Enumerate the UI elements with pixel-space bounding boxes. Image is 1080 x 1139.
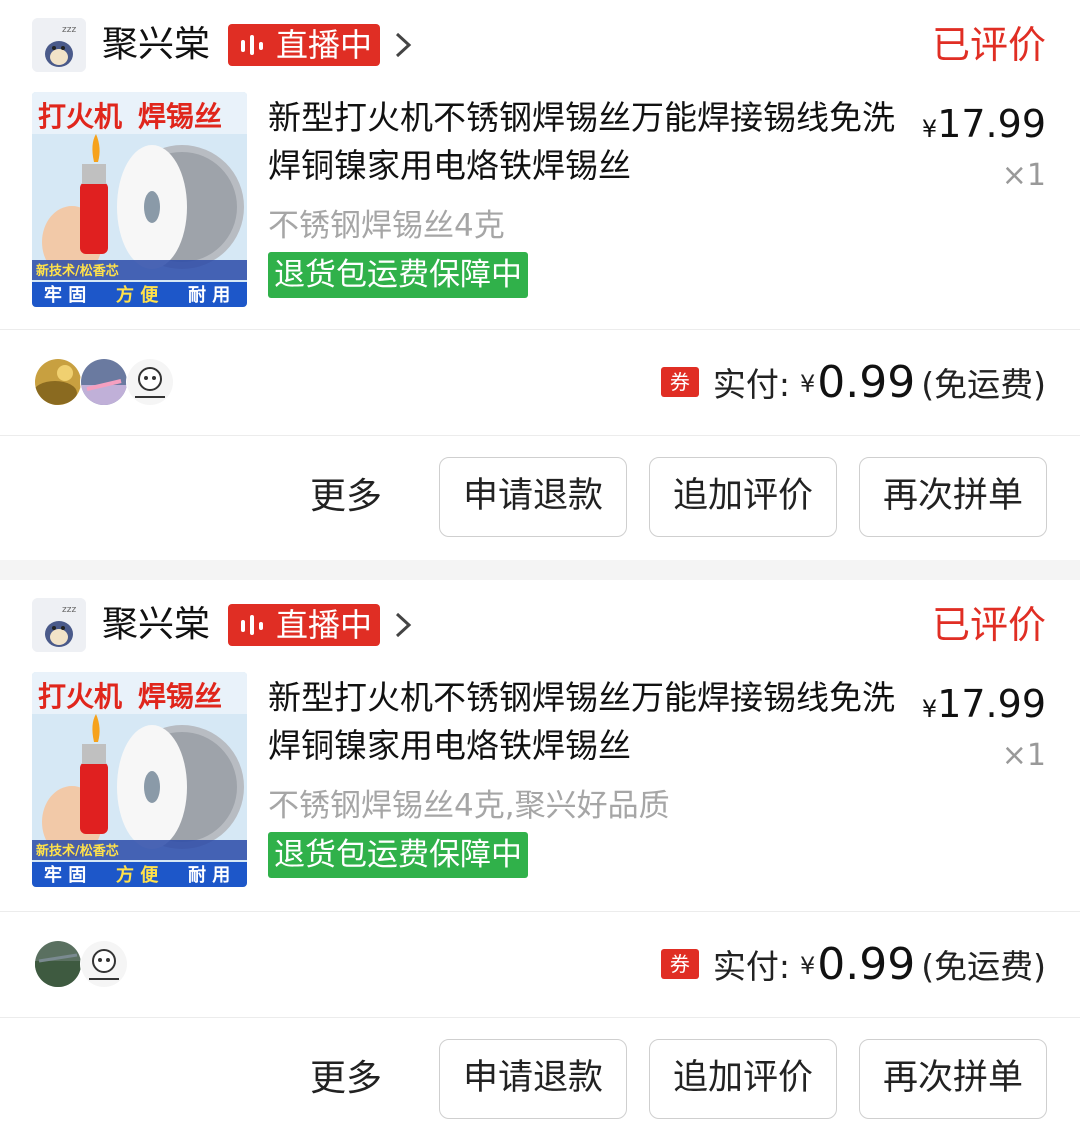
product-row[interactable]: 打火机 焊锡丝 新技术/松香芯 牢 固 方 便 耐 用 新型打火机不锈钢焊锡丝万… — [0, 92, 1080, 310]
shop-name[interactable]: 聚兴棠 — [102, 602, 210, 648]
order-card-2: zzz 聚兴棠 直播中 已评价 打火机 焊锡丝 新技术/松香芯 牢 固 方 便 … — [0, 580, 1080, 1136]
paid-currency: ¥ — [800, 370, 816, 398]
buyer-avatar — [34, 940, 82, 988]
product-image-text-3: 新技术/松香芯 — [36, 843, 119, 859]
return-shipping-tag: 退货包运费保障中 — [268, 252, 528, 298]
live-label: 直播中 — [276, 26, 373, 64]
live-badge[interactable]: 直播中 — [228, 604, 380, 646]
coupon-icon: 券 — [660, 949, 699, 979]
product-quantity: ×1 — [1001, 738, 1046, 773]
more-button[interactable]: 更多 — [310, 1055, 382, 1103]
product-image-text-5: 方 便 — [116, 284, 159, 306]
shop-name[interactable]: 聚兴棠 — [102, 22, 210, 68]
buyer-avatar — [80, 358, 128, 406]
refund-button[interactable]: 申请退款 — [439, 457, 627, 537]
product-image-text-3: 新技术/松香芯 — [36, 263, 119, 279]
order-status: 已评价 — [931, 23, 1046, 67]
product-quantity: ×1 — [1001, 158, 1046, 193]
add-review-button[interactable]: 追加评价 — [649, 1039, 837, 1119]
product-thumbnail[interactable]: 打火机 焊锡丝 新技术/松香芯 牢 固 方 便 耐 用 — [32, 672, 247, 887]
chevron-right-icon[interactable] — [392, 610, 414, 640]
shop-header[interactable]: zzz 聚兴棠 直播中 已评价 — [0, 580, 1080, 670]
payment-row: 券 实付: ¥ 0.99 (免运费) — [0, 912, 1080, 1016]
paid-amount: 0.99 — [817, 356, 916, 408]
shipping-note: (免运费) — [921, 947, 1046, 986]
action-row: 更多 申请退款 追加评价 再次拼单 — [0, 457, 1080, 557]
add-review-button[interactable]: 追加评价 — [649, 457, 837, 537]
buyer-avatar — [80, 940, 128, 988]
price-symbol: ¥ — [921, 695, 938, 723]
live-badge[interactable]: 直播中 — [228, 24, 380, 66]
product-title[interactable]: 新型打火机不锈钢焊锡丝万能焊接锡线免洗焊铜镍家用电烙铁焊锡丝 — [268, 674, 908, 770]
payment-info: 券 实付: ¥ 0.99 (免运费) — [660, 354, 1046, 410]
buyer-avatar — [126, 358, 174, 406]
paid-currency: ¥ — [800, 952, 816, 980]
shipping-note: (免运费) — [921, 365, 1046, 404]
return-shipping-tag: 退货包运费保障中 — [268, 832, 528, 878]
paid-label: 实付: — [712, 365, 790, 404]
paid-label: 实付: — [712, 947, 790, 986]
product-image-text-4: 牢 固 — [44, 864, 86, 886]
product-image-text-6: 耐 用 — [188, 284, 230, 306]
chevron-right-icon[interactable] — [392, 30, 414, 60]
product-price: ¥17.99 — [922, 680, 1046, 733]
payment-info: 券 实付: ¥ 0.99 (免运费) — [660, 936, 1046, 992]
divider — [0, 1017, 1080, 1018]
product-image-text-6: 耐 用 — [188, 864, 230, 886]
shop-header[interactable]: zzz 聚兴棠 直播中 已评价 — [0, 0, 1080, 90]
price-symbol: ¥ — [921, 115, 938, 143]
shop-avatar-icon[interactable]: zzz — [32, 598, 86, 652]
product-image-text-1: 打火机 — [38, 680, 122, 713]
product-title[interactable]: 新型打火机不锈钢焊锡丝万能焊接锡线免洗焊铜镍家用电烙铁焊锡丝 — [268, 94, 908, 190]
order-status: 已评价 — [931, 603, 1046, 647]
more-button[interactable]: 更多 — [310, 473, 382, 521]
product-spec: 不锈钢焊锡丝4克,聚兴好品质 — [268, 788, 670, 824]
paid-amount: 0.99 — [817, 938, 916, 990]
product-image-text-1: 打火机 — [38, 100, 122, 133]
svg-text:zzz: zzz — [62, 25, 76, 35]
product-spec: 不锈钢焊锡丝4克 — [268, 208, 505, 244]
svg-text:zzz: zzz — [62, 605, 76, 615]
product-thumbnail[interactable]: 打火机 焊锡丝 新技术/松香芯 牢 固 方 便 耐 用 — [32, 92, 247, 307]
price-value: 17.99 — [937, 102, 1046, 146]
product-price: ¥17.99 — [922, 100, 1046, 153]
product-image-text-2: 焊锡丝 — [138, 680, 222, 713]
price-value: 17.99 — [937, 682, 1046, 726]
live-audio-icon — [241, 35, 263, 55]
divider — [0, 435, 1080, 436]
buyer-avatar — [34, 358, 82, 406]
product-image-text-2: 焊锡丝 — [138, 100, 222, 133]
action-row: 更多 申请退款 追加评价 再次拼单 — [0, 1039, 1080, 1139]
coupon-icon: 券 — [660, 367, 699, 397]
live-audio-icon — [241, 615, 263, 635]
product-row[interactable]: 打火机 焊锡丝 新技术/松香芯 牢 固 方 便 耐 用 新型打火机不锈钢焊锡丝万… — [0, 672, 1080, 890]
order-card-1: zzz 聚兴棠 直播中 已评价 打火机 焊锡丝 新技术/松香芯 牢 固 方 便 … — [0, 0, 1080, 560]
shop-avatar-icon[interactable]: zzz — [32, 18, 86, 72]
product-image-text-5: 方 便 — [116, 864, 159, 886]
refund-button[interactable]: 申请退款 — [439, 1039, 627, 1119]
live-label: 直播中 — [276, 606, 373, 644]
reorder-button[interactable]: 再次拼单 — [859, 457, 1047, 537]
reorder-button[interactable]: 再次拼单 — [859, 1039, 1047, 1119]
order-separator — [0, 560, 1080, 580]
payment-row: 券 实付: ¥ 0.99 (免运费) — [0, 330, 1080, 434]
product-image-text-4: 牢 固 — [44, 284, 86, 306]
